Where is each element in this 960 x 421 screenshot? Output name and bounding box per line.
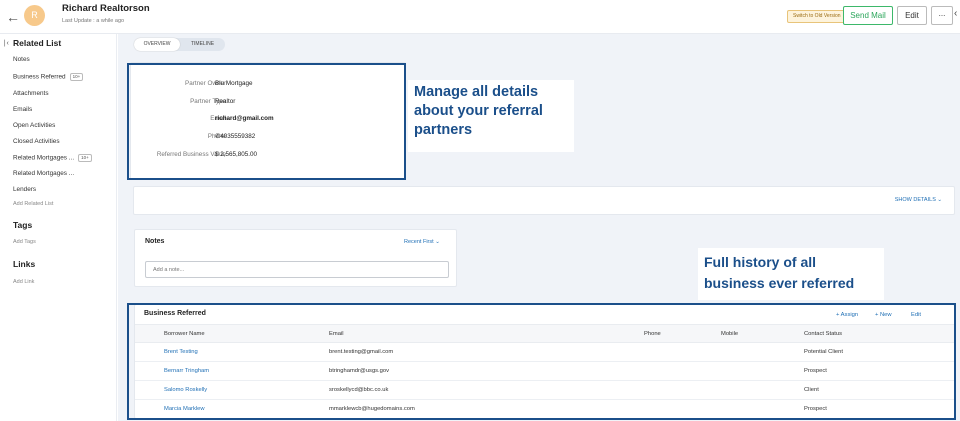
show-details-label: SHOW DETAILS xyxy=(894,197,936,203)
sidebar-item-business-referred[interactable]: Business Referred 10+ xyxy=(13,73,84,81)
show-details-bar: SHOW DETAILS ⌄ xyxy=(133,186,955,215)
back-arrow-icon[interactable]: ← xyxy=(6,9,20,25)
sidebar-item-label: Emails xyxy=(13,106,33,113)
add-related-list-link[interactable]: Add Related List xyxy=(13,201,53,207)
view-tabs: OVERVIEW TIMELINE xyxy=(134,38,225,51)
record-name: Richard Realtorson xyxy=(62,3,150,14)
related-list-title: Related List xyxy=(13,38,62,48)
sidebar-item-label: Related Mortgages ... xyxy=(13,170,75,177)
notes-sort-dropdown[interactable]: Recent First ⌄ xyxy=(404,239,440,245)
chevron-down-icon: ⌄ xyxy=(435,239,440,245)
chevron-left-icon[interactable]: ‹ xyxy=(954,8,957,19)
sidebar-item-label: Lenders xyxy=(13,186,37,193)
sidebar-item-attachments[interactable]: Attachments xyxy=(13,90,49,97)
notes-sort-label: Recent First xyxy=(404,239,434,245)
add-note-input[interactable] xyxy=(145,261,449,278)
details-highlight-box xyxy=(127,63,406,180)
show-details-button[interactable]: SHOW DETAILS ⌄ xyxy=(895,197,942,203)
sidebar-item-label: Open Activities xyxy=(13,122,56,129)
chevron-down-icon: ⌄ xyxy=(937,197,942,203)
sidebar-item-emails[interactable]: Emails xyxy=(13,106,32,113)
send-mail-button[interactable]: Send Mail xyxy=(843,6,893,25)
sidebar-item-related-mortgages-1[interactable]: Related Mortgages ... 10+ xyxy=(13,154,92,162)
switch-version-button[interactable]: Switch to Old Version xyxy=(787,10,847,23)
tab-timeline[interactable]: TIMELINE xyxy=(180,38,225,51)
count-badge: 10+ xyxy=(69,73,84,81)
edit-button[interactable]: Edit xyxy=(897,6,927,25)
details-callout: Manage all details about your referral p… xyxy=(408,80,574,152)
sidebar-item-notes[interactable]: Notes xyxy=(13,56,30,63)
more-actions-button[interactable]: ... xyxy=(931,6,953,25)
sidebar-item-open-activities[interactable]: Open Activities xyxy=(13,122,55,129)
history-callout: Full history of all business ever referr… xyxy=(698,248,884,300)
collapse-icon[interactable]: ∣‹ xyxy=(3,39,9,47)
sidebar-item-closed-activities[interactable]: Closed Activities xyxy=(13,138,60,145)
sidebar-item-label: Related Mortgages ... xyxy=(13,154,75,162)
avatar: R xyxy=(24,5,45,26)
sidebar: ∣‹ Related List Notes Business Referred 1… xyxy=(0,34,117,421)
record-header: ← R Richard Realtorson Last Update : a w… xyxy=(0,0,960,34)
last-update-text: Last Update : a while ago xyxy=(62,18,125,24)
sidebar-item-label: Notes xyxy=(13,56,30,63)
notes-card: Notes Recent First ⌄ xyxy=(134,229,457,287)
add-link-link[interactable]: Add Link xyxy=(13,279,34,285)
notes-title: Notes xyxy=(145,238,165,245)
business-highlight-box xyxy=(127,303,956,420)
sidebar-item-lenders[interactable]: Lenders xyxy=(13,186,36,193)
add-tags-link[interactable]: Add Tags xyxy=(13,239,36,245)
tab-overview[interactable]: OVERVIEW xyxy=(134,38,180,51)
sidebar-item-label: Business Referred xyxy=(13,73,66,81)
sidebar-item-label: Closed Activities xyxy=(13,138,60,145)
tags-title: Tags xyxy=(13,220,33,230)
sidebar-item-label: Attachments xyxy=(13,90,49,97)
links-title: Links xyxy=(13,259,36,269)
count-badge: 10+ xyxy=(78,154,92,162)
sidebar-item-related-mortgages-2[interactable]: Related Mortgages ... xyxy=(13,170,74,177)
